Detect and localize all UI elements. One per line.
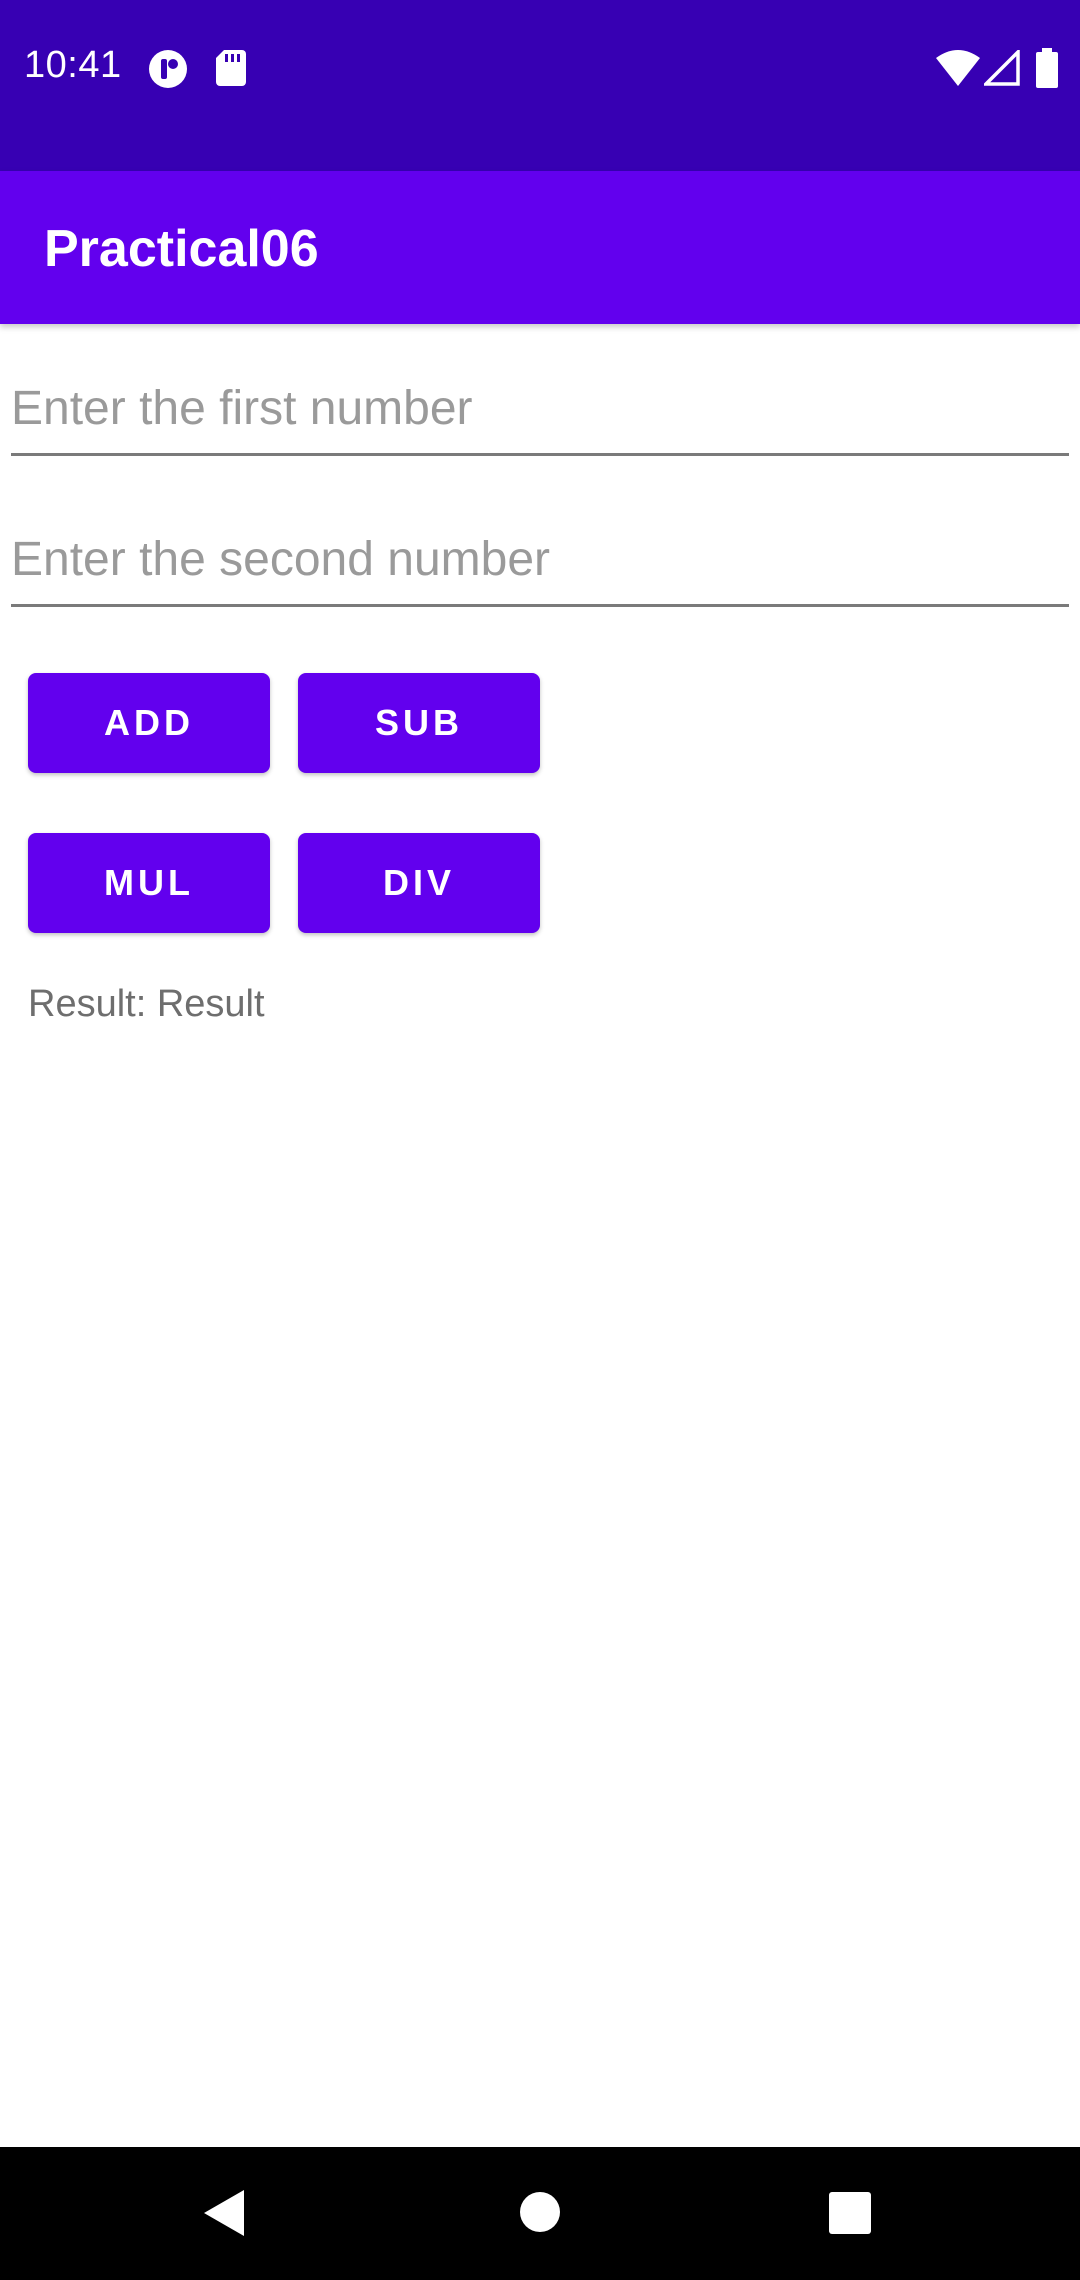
div-button[interactable]: DIV	[298, 833, 540, 933]
first-number-input[interactable]	[11, 373, 1069, 443]
sd-card-icon	[216, 50, 246, 86]
mul-button[interactable]: MUL	[28, 833, 270, 933]
recents-icon[interactable]	[829, 2192, 871, 2234]
first-number-field	[11, 346, 1069, 456]
home-icon[interactable]	[520, 2192, 560, 2232]
cellular-signal-icon	[984, 50, 1020, 86]
sub-button[interactable]: SUB	[298, 673, 540, 773]
app-bar: Practical06	[0, 171, 1080, 324]
app-notification-icon	[148, 49, 188, 89]
app-title: Practical06	[44, 220, 319, 278]
status-time: 10:41	[24, 44, 122, 86]
back-icon[interactable]	[204, 2190, 244, 2236]
screen: 10:41 Practical06 Enter the first number…	[0, 0, 1080, 2280]
second-number-input[interactable]	[11, 524, 1069, 594]
second-number-field	[11, 497, 1069, 607]
add-button[interactable]: ADD	[28, 673, 270, 773]
status-bar: 10:41	[0, 0, 1080, 171]
wifi-icon	[936, 50, 980, 86]
navigation-bar	[0, 2147, 1080, 2280]
battery-icon	[1036, 48, 1058, 88]
result-text: Result: Result	[28, 983, 265, 1025]
